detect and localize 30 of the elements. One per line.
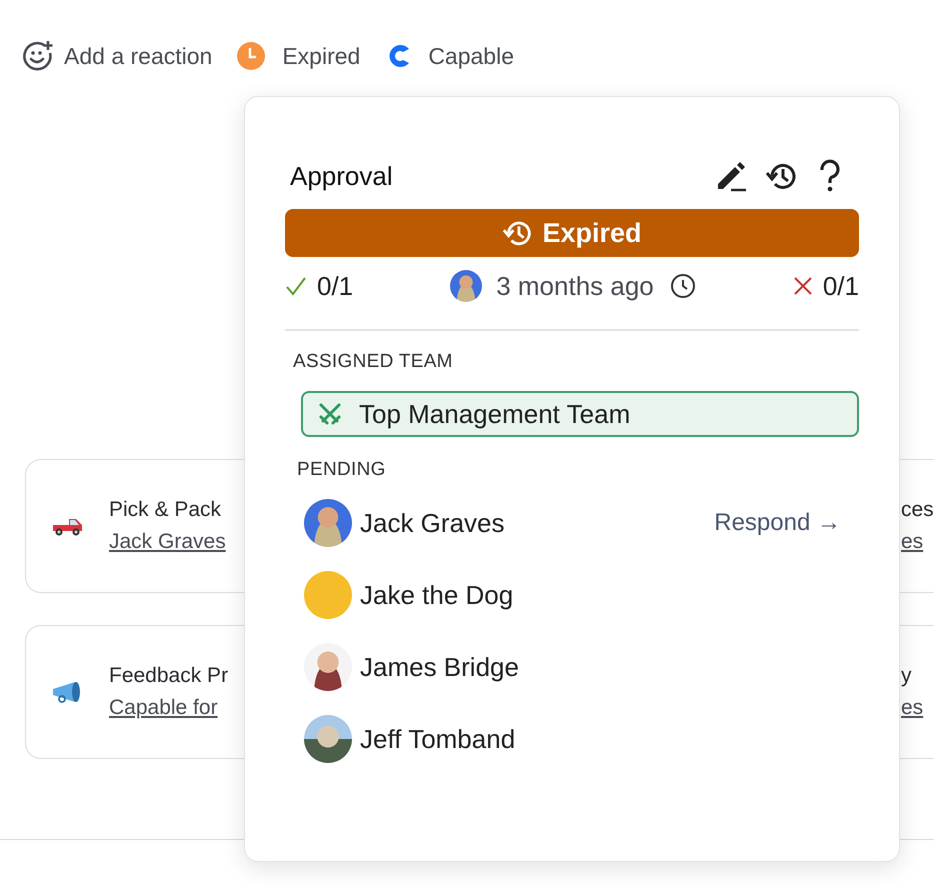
card-link[interactable]: es [901, 530, 924, 554]
cross-icon [792, 276, 813, 296]
status-label: Expired [542, 218, 642, 248]
check-icon [285, 275, 307, 297]
swords-icon [317, 401, 343, 427]
respond-link[interactable]: Respond → [714, 509, 841, 537]
add-reaction-icon [22, 40, 54, 72]
avatar [304, 499, 352, 547]
avatar [304, 715, 352, 763]
section-heading: ASSIGNED TEAM [293, 351, 454, 373]
add-reaction-button[interactable]: Add a reaction [22, 40, 212, 72]
approved-count: 0/1 [317, 270, 354, 302]
popover-title: Approval [290, 160, 393, 192]
clock-icon [670, 273, 696, 299]
avatar [304, 571, 352, 619]
card-title: Pick & Pack [109, 498, 222, 522]
avatar [304, 643, 352, 691]
rejected-count: 0/1 [822, 270, 859, 302]
card-title: y [901, 664, 912, 688]
card-title: ces [901, 498, 934, 522]
card-title: Feedback Pr [109, 664, 230, 688]
avatar [450, 270, 482, 302]
card-link[interactable]: es [901, 696, 924, 720]
reaction-chip[interactable]: Capable [384, 41, 514, 71]
team-name: Top Management Team [359, 398, 630, 430]
reaction-chip[interactable]: Expired [236, 41, 360, 71]
team-chip[interactable]: Top Management Team [301, 391, 859, 437]
section-heading: PENDING [297, 459, 387, 481]
timestamp: 3 months ago [496, 270, 654, 302]
clock-icon [236, 41, 266, 71]
